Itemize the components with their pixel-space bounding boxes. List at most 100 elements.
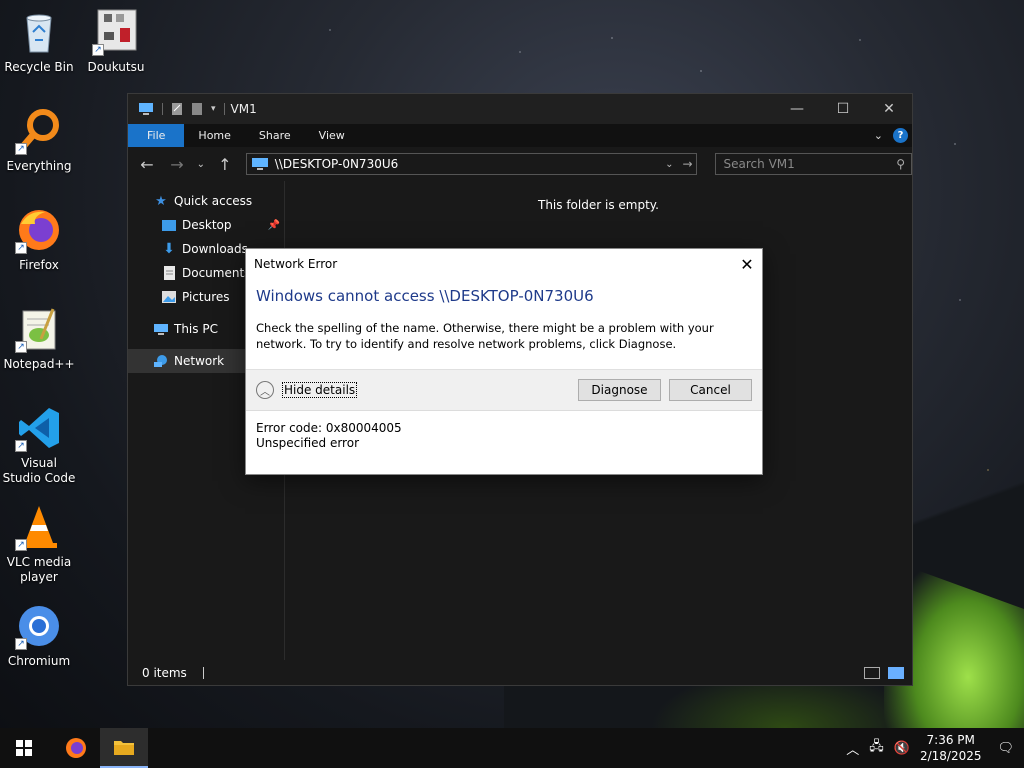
- notifications-icon[interactable]: 🗨: [997, 741, 1014, 756]
- system-tray: ︿ 🖧 🔇 7:36 PM 2/18/2025 🗨: [846, 732, 1024, 764]
- shortcut-arrow-icon: ↗: [92, 44, 104, 56]
- address-dropdown-icon[interactable]: ⌄: [665, 159, 673, 170]
- shortcut-arrow-icon: ↗: [15, 143, 27, 155]
- customize-toolbar-icon[interactable]: ▾: [211, 104, 216, 114]
- dialog-title: Network Error: [254, 257, 338, 271]
- hide-details-link[interactable]: Hide details: [282, 382, 358, 398]
- desktop-icon-label: Doukutsu: [87, 60, 145, 74]
- pin-icon[interactable]: 📌: [268, 220, 280, 231]
- nav-item-quick-access[interactable]: ★ Quick access: [128, 189, 284, 213]
- error-description: Unspecified error: [256, 436, 359, 450]
- error-details: Error code: 0x80004005 Unspecified error: [256, 421, 402, 451]
- star-icon: ★: [155, 193, 167, 209]
- desktop-icon-notepad-plus-plus[interactable]: ↗ Notepad++: [1, 305, 77, 372]
- desktop-icon-label: Visual Studio Code: [2, 456, 76, 485]
- desktop-icon-firefox[interactable]: ↗ Firefox: [1, 206, 77, 273]
- dialog-titlebar[interactable]: Network Error ✕: [246, 249, 762, 279]
- nav-label: Desktop: [182, 218, 232, 232]
- desktop-icon-label: Chromium: [7, 654, 71, 668]
- tab-home[interactable]: Home: [184, 124, 244, 147]
- details-view-icon[interactable]: [864, 666, 880, 679]
- refresh-go-icon[interactable]: →: [682, 157, 692, 171]
- up-arrow-icon[interactable]: ↑: [214, 155, 236, 174]
- nav-label: Downloads: [182, 242, 248, 256]
- vscode-icon: ↗: [15, 404, 63, 452]
- desktop-icon-vlc[interactable]: ↗ VLC media player: [1, 503, 77, 585]
- address-path: \\DESKTOP-0N730U6: [274, 157, 399, 171]
- help-icon[interactable]: ?: [893, 128, 908, 143]
- toolbar-separator: [223, 103, 225, 115]
- nav-item-desktop[interactable]: Desktop 📌: [128, 213, 284, 237]
- nav-label: Pictures: [182, 290, 230, 304]
- volume-muted-icon[interactable]: 🔇: [894, 741, 910, 756]
- vlc-icon: ↗: [15, 503, 63, 551]
- shortcut-arrow-icon: ↗: [15, 242, 27, 254]
- nav-label: Network: [174, 354, 225, 368]
- minimize-button[interactable]: —: [774, 94, 820, 124]
- tab-view[interactable]: View: [305, 124, 359, 147]
- taskbar: ︿ 🖧 🔇 7:36 PM 2/18/2025 🗨: [0, 728, 1024, 768]
- desktop-icon-chromium[interactable]: ↗ Chromium: [1, 602, 77, 669]
- explorer-titlebar[interactable]: ▾ VM1 — ☐ ✕: [128, 94, 912, 124]
- tab-file[interactable]: File: [128, 124, 185, 147]
- start-button[interactable]: [0, 728, 48, 768]
- forward-arrow-icon[interactable]: →: [166, 155, 188, 174]
- taskbar-file-explorer[interactable]: [100, 728, 148, 768]
- everything-icon: ↗: [15, 107, 63, 155]
- desktop-icon-vscode[interactable]: ↗ Visual Studio Code: [1, 404, 77, 486]
- shortcut-arrow-icon: ↗: [15, 341, 27, 353]
- properties-icon[interactable]: [171, 102, 183, 116]
- search-box[interactable]: Search VM1 ⚲: [714, 153, 912, 175]
- firefox-icon: [66, 738, 86, 758]
- desktop-icon-label: Recycle Bin: [4, 60, 74, 74]
- pc-icon: [139, 103, 153, 115]
- cancel-button[interactable]: Cancel: [669, 379, 752, 401]
- dialog-action-bar: ︿ Hide details Diagnose Cancel: [246, 369, 762, 411]
- back-arrow-icon[interactable]: ←: [136, 155, 158, 174]
- desktop-icon-label: Everything: [6, 159, 72, 173]
- recycle-bin-icon: [15, 8, 63, 56]
- shortcut-arrow-icon: ↗: [15, 638, 27, 650]
- shortcut-arrow-icon: ↗: [15, 440, 27, 452]
- taskbar-firefox[interactable]: [52, 728, 100, 768]
- desktop-folder-icon: [161, 218, 177, 232]
- windows-logo-icon: [16, 740, 32, 756]
- ribbon-tabs: File Home Share View ⌄ ?: [128, 124, 912, 147]
- desktop-icon-everything[interactable]: ↗ Everything: [1, 107, 77, 174]
- nav-label: This PC: [174, 322, 218, 336]
- doukutsu-icon: ↗: [92, 8, 140, 56]
- network-error-dialog: Network Error ✕ Windows cannot access \\…: [245, 248, 763, 475]
- dialog-close-button[interactable]: ✕: [732, 249, 762, 279]
- network-pc-icon: [251, 158, 268, 170]
- address-bar[interactable]: \\DESKTOP-0N730U6 ⌄ →: [245, 153, 697, 175]
- desktop-icon-recycle-bin[interactable]: Recycle Bin: [1, 8, 77, 75]
- toolbar-separator: [162, 103, 163, 115]
- close-button[interactable]: ✕: [866, 94, 912, 124]
- maximize-button[interactable]: ☐: [820, 94, 866, 124]
- new-folder-icon[interactable]: [191, 102, 203, 116]
- expand-ribbon-icon[interactable]: ⌄: [874, 129, 883, 142]
- empty-folder-message: This folder is empty.: [538, 198, 659, 212]
- dialog-message: Check the spelling of the name. Otherwis…: [256, 321, 714, 351]
- nav-label: Quick access: [174, 194, 253, 208]
- diagnose-button[interactable]: Diagnose: [578, 379, 661, 401]
- desktop-icon-doukutsu[interactable]: ↗ Doukutsu: [78, 8, 154, 75]
- desktop-icon-label: VLC media player: [6, 555, 72, 584]
- pictures-icon: [161, 290, 177, 304]
- quick-access-toolbar: ▾: [128, 102, 225, 116]
- status-separator: [202, 666, 204, 679]
- this-pc-icon: [153, 322, 169, 336]
- error-code: Error code: 0x80004005: [256, 421, 402, 435]
- search-icon: ⚲: [896, 157, 905, 171]
- notepad-plus-plus-icon: ↗: [15, 305, 63, 353]
- network-status-icon[interactable]: 🖧: [869, 737, 884, 759]
- window-title: VM1: [230, 102, 257, 116]
- large-icons-view-icon[interactable]: [888, 666, 904, 679]
- tab-share[interactable]: Share: [245, 124, 305, 147]
- status-bar: 0 items: [128, 660, 912, 685]
- collapse-chevron-icon[interactable]: ︿: [256, 381, 274, 399]
- firefox-icon: ↗: [15, 206, 63, 254]
- show-hidden-icons-icon[interactable]: ︿: [846, 739, 859, 758]
- clock[interactable]: 7:36 PM 2/18/2025: [920, 732, 982, 764]
- recent-locations-icon[interactable]: ⌄: [196, 159, 206, 170]
